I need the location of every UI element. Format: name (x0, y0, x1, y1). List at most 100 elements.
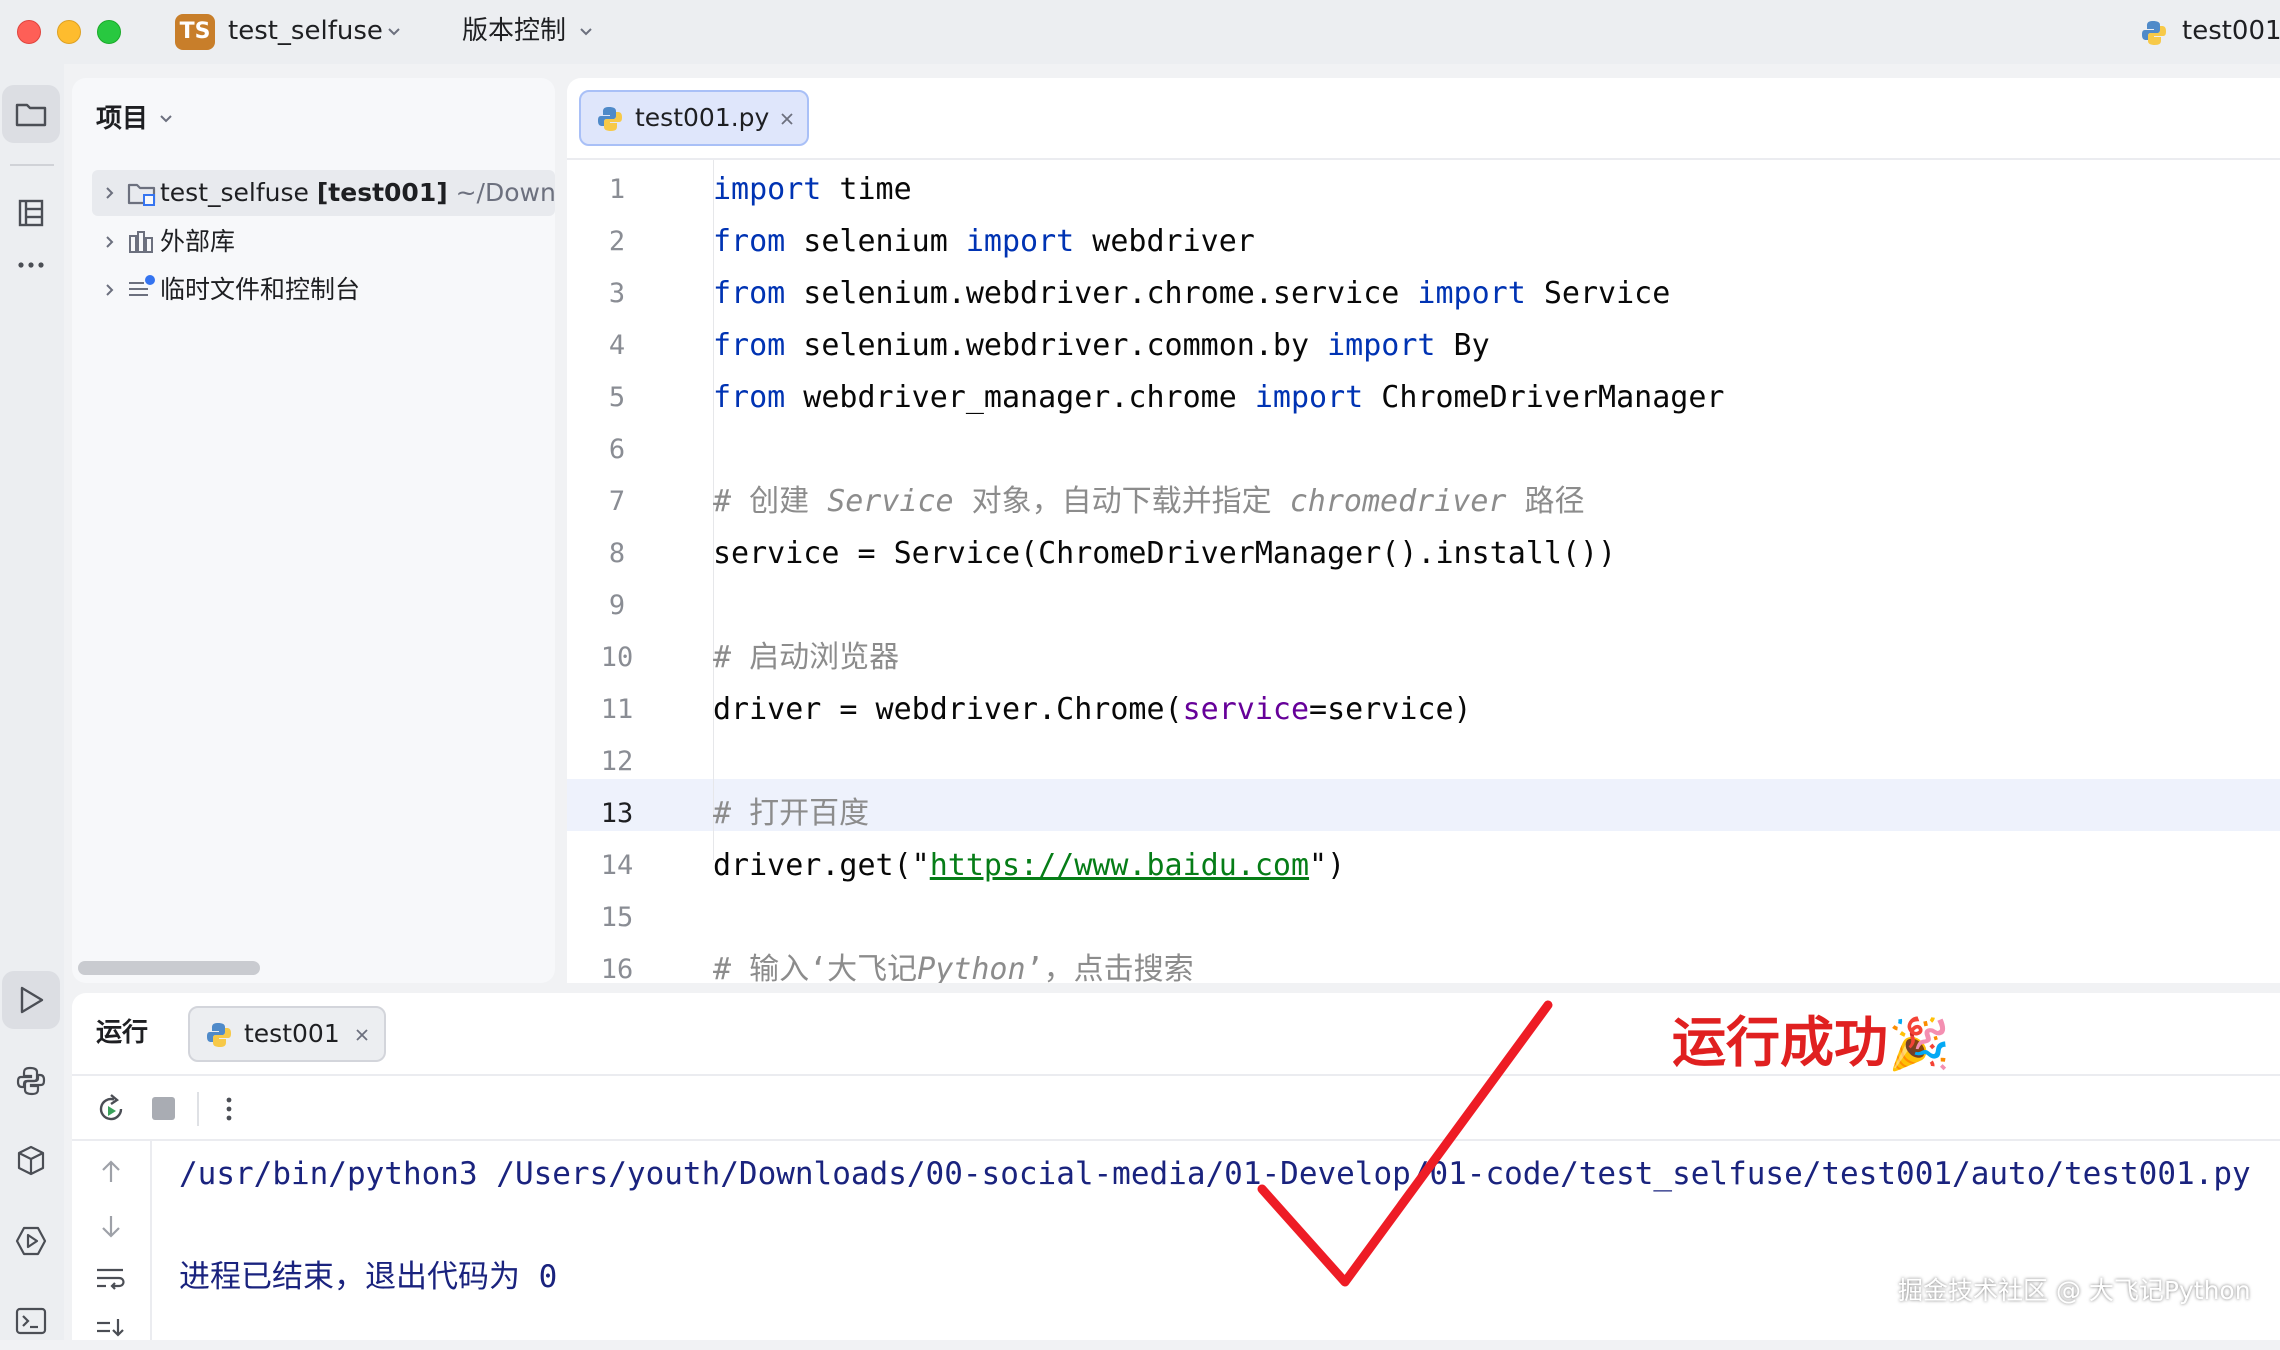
code-token: import (1254, 380, 1364, 415)
code-line-16: # 输入‘大飞记Python’，点击搜索 (713, 944, 1194, 983)
code-line-5: from webdriver_manager.chrome import Chr… (713, 372, 1724, 424)
code-token: webdriver_manager.chrome (785, 380, 1255, 415)
zoom-window-button[interactable] (97, 20, 121, 44)
code-token: import (1417, 276, 1526, 311)
run-toolbar (72, 1076, 2280, 1141)
arrow-up-icon[interactable] (96, 1157, 126, 1187)
code-line-2: from selenium import webdriver (713, 216, 1255, 268)
line-number: 15 (600, 902, 634, 933)
line-number-gutter: 1 2 3 4 5 6 7 8 9 10 11 12 13 14 15 16 (567, 160, 713, 983)
services-tool-button[interactable] (2, 1212, 60, 1270)
rerun-icon[interactable] (94, 1092, 128, 1126)
more-tools-button[interactable] (2, 236, 60, 294)
line-number-current: 13 (600, 798, 634, 829)
code-line-13: # 打开百度 (713, 796, 870, 831)
divider (197, 1092, 199, 1126)
code-token: from (713, 276, 786, 311)
party-popper-icon: 🎉 (1888, 1015, 1951, 1073)
chevron-down-icon[interactable] (158, 111, 174, 127)
tree-item-label: 临时文件和控制台 (160, 275, 361, 304)
left-tool-strip (0, 64, 64, 1340)
terminal-tool-button[interactable] (2, 1292, 60, 1350)
vcs-menu[interactable]: 版本控制 (462, 14, 566, 48)
chevron-right-icon[interactable] (102, 282, 118, 298)
code-token: selenium (785, 224, 966, 259)
line-number: 7 (608, 486, 626, 517)
code-token: import (965, 224, 1075, 259)
run-panel-title: 运行 (96, 1018, 149, 1048)
tree-item-scratches[interactable]: 临时文件和控制台 (92, 267, 555, 313)
arrow-down-icon[interactable] (96, 1211, 126, 1241)
code-token: import (713, 172, 822, 207)
services-icon (15, 1226, 47, 1256)
console-command-line: /usr/bin/python3 /Users/youth/Downloads/… (179, 1156, 2251, 1192)
success-annotation: 运行成功🎉 (1672, 1008, 1950, 1079)
horizontal-scrollbar[interactable] (78, 961, 260, 975)
line-number: 10 (600, 642, 634, 673)
editor-tab[interactable]: test001.py (579, 90, 809, 146)
library-icon (129, 231, 153, 253)
python-packages-tool-button[interactable] (2, 1132, 60, 1190)
code-token: selenium.webdriver.common.by (785, 328, 1328, 363)
more-icon (18, 262, 44, 268)
run-tab[interactable]: test001 (188, 1006, 386, 1062)
chevron-down-icon[interactable] (386, 24, 402, 40)
code-line-4: from selenium.webdriver.common.by import… (713, 320, 1490, 372)
structure-tool-button[interactable] (2, 184, 60, 242)
code-comment: # 输入‘大飞记 (713, 952, 918, 983)
code-area[interactable]: import time from selenium import webdriv… (713, 160, 2280, 983)
tree-item-project-root[interactable]: test_selfuse [test001] ~/Down (92, 170, 555, 216)
tree-item-label: 外部库 (160, 227, 236, 256)
run-tool-button[interactable] (2, 971, 60, 1029)
code-comment: Service (827, 484, 954, 519)
code-token: from (713, 380, 786, 415)
project-root-label: test_selfuse (160, 178, 309, 207)
code-param: service (1182, 692, 1310, 727)
project-root-path: ~/Down (455, 178, 555, 207)
editor-tab-label: test001.py (635, 103, 770, 132)
line-number: 8 (608, 538, 626, 569)
python-console-tool-button[interactable] (2, 1052, 60, 1110)
code-comment: Python (917, 952, 1026, 983)
code-token: import (1327, 328, 1436, 363)
minimize-window-button[interactable] (57, 20, 81, 44)
code-token: driver = webdriver.Chrome( (713, 692, 1183, 727)
console-exit-message: 进程已结束，退出代码为 0 (179, 1259, 558, 1295)
project-panel-title[interactable]: 项目 (96, 102, 148, 136)
run-config-selector[interactable]: test001 (2182, 14, 2280, 48)
project-selector[interactable]: test_selfuse (228, 14, 383, 48)
chevron-right-icon[interactable] (102, 185, 118, 201)
line-number: 5 (608, 382, 626, 413)
line-number: 16 (600, 954, 634, 983)
scroll-end-icon[interactable] (94, 1317, 128, 1340)
python-packages-icon (17, 1145, 45, 1176)
scratches-icon (129, 275, 155, 296)
kebab-menu-icon[interactable] (212, 1092, 246, 1126)
project-badge[interactable]: TS (175, 14, 215, 50)
code-token: =service) (1309, 692, 1472, 727)
code-token: from (713, 328, 786, 363)
project-tool-button[interactable] (2, 85, 60, 143)
code-token: time (821, 172, 912, 207)
code-url-link[interactable]: https://www.baidu.com (930, 848, 1309, 883)
project-root-branch: [test001] (316, 178, 448, 207)
editor: test001.py 1 2 3 4 5 6 7 8 9 10 11 12 13… (567, 78, 2280, 983)
stop-icon[interactable] (152, 1097, 175, 1120)
code-token: ") (1309, 848, 1346, 883)
soft-wrap-icon[interactable] (94, 1263, 128, 1293)
chevron-right-icon[interactable] (102, 234, 118, 250)
code-comment: 对象，自动下载并指定 (953, 484, 1290, 519)
line-number: 2 (608, 226, 626, 257)
code-line-11: driver = webdriver.Chrome(service=servic… (713, 684, 1472, 736)
tree-item-external-libraries[interactable]: 外部库 (92, 219, 555, 265)
code-token: Service (1525, 276, 1671, 311)
close-window-button[interactable] (17, 20, 41, 44)
python-file-icon (598, 107, 622, 131)
line-number: 11 (600, 694, 634, 725)
close-icon[interactable] (354, 1027, 370, 1043)
line-number: 1 (608, 174, 626, 205)
code-line-8: service = Service(ChromeDriverManager().… (713, 536, 1617, 571)
code-token: ChromeDriverManager (1363, 380, 1725, 415)
chevron-down-icon[interactable] (578, 24, 594, 40)
close-icon[interactable] (779, 111, 795, 127)
